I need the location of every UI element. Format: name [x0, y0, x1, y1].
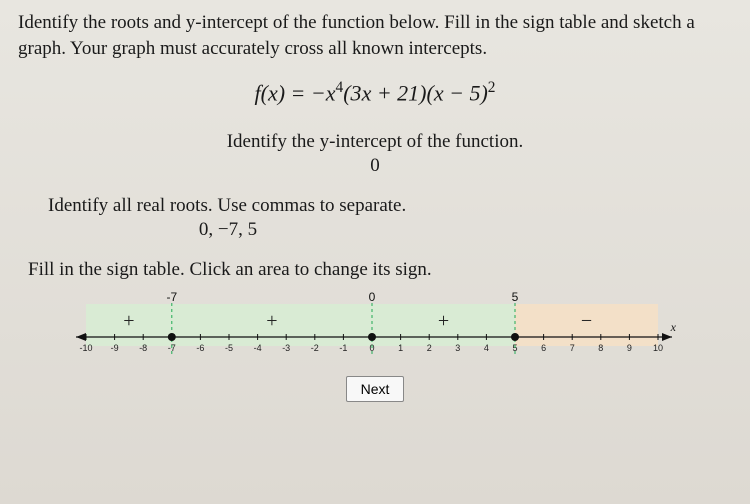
yintercept-prompt: Identify the y-intercept of the function… — [18, 131, 732, 153]
instructions-text: Identify the roots and y-intercept of th… — [18, 10, 732, 61]
tick-label: 10 — [653, 343, 663, 353]
tick-label: 7 — [570, 343, 575, 353]
tick-label: 8 — [598, 343, 603, 353]
sign-table-svg[interactable]: +++−-10-9-8-7-6-5-4-3-2-1012345678910-70… — [68, 289, 682, 361]
tick-label: -4 — [254, 343, 262, 353]
arrow-left-icon — [76, 333, 86, 341]
function-equation: f(x) = −x4(3x + 21)(x − 5)2 — [18, 79, 732, 106]
sign-label: − — [581, 310, 592, 332]
tick-label: -8 — [139, 343, 147, 353]
tick-label: -1 — [339, 343, 347, 353]
roots-prompt: Identify all real roots. Use commas to s… — [48, 195, 732, 217]
tick-label: 6 — [541, 343, 546, 353]
sign-label: + — [438, 310, 449, 332]
critical-point — [511, 333, 519, 341]
axis-label: x — [670, 320, 677, 334]
tick-label: 9 — [627, 343, 632, 353]
tick-label: 4 — [484, 343, 489, 353]
arrow-right-icon — [662, 333, 672, 341]
roots-answer: 0, −7, 5 — [18, 219, 408, 241]
critical-point — [168, 333, 176, 341]
tick-label: -6 — [196, 343, 204, 353]
tick-label: -10 — [79, 343, 92, 353]
sign-table[interactable]: +++−-10-9-8-7-6-5-4-3-2-1012345678910-70… — [68, 289, 682, 366]
critical-point — [368, 333, 376, 341]
next-button[interactable]: Next — [346, 376, 405, 402]
tick-label: -2 — [311, 343, 319, 353]
sign-label: + — [266, 310, 277, 332]
tick-label: -9 — [111, 343, 119, 353]
critical-label: 0 — [369, 290, 376, 304]
sign-label: + — [123, 310, 134, 332]
tick-label: -3 — [282, 343, 290, 353]
tick-label: -5 — [225, 343, 233, 353]
tick-label: 1 — [398, 343, 403, 353]
signtable-prompt: Fill in the sign table. Click an area to… — [28, 259, 732, 281]
critical-label: 5 — [512, 290, 519, 304]
tick-label: 3 — [455, 343, 460, 353]
critical-label: -7 — [166, 290, 177, 304]
yintercept-answer: 0 — [18, 155, 732, 177]
tick-label: 2 — [427, 343, 432, 353]
